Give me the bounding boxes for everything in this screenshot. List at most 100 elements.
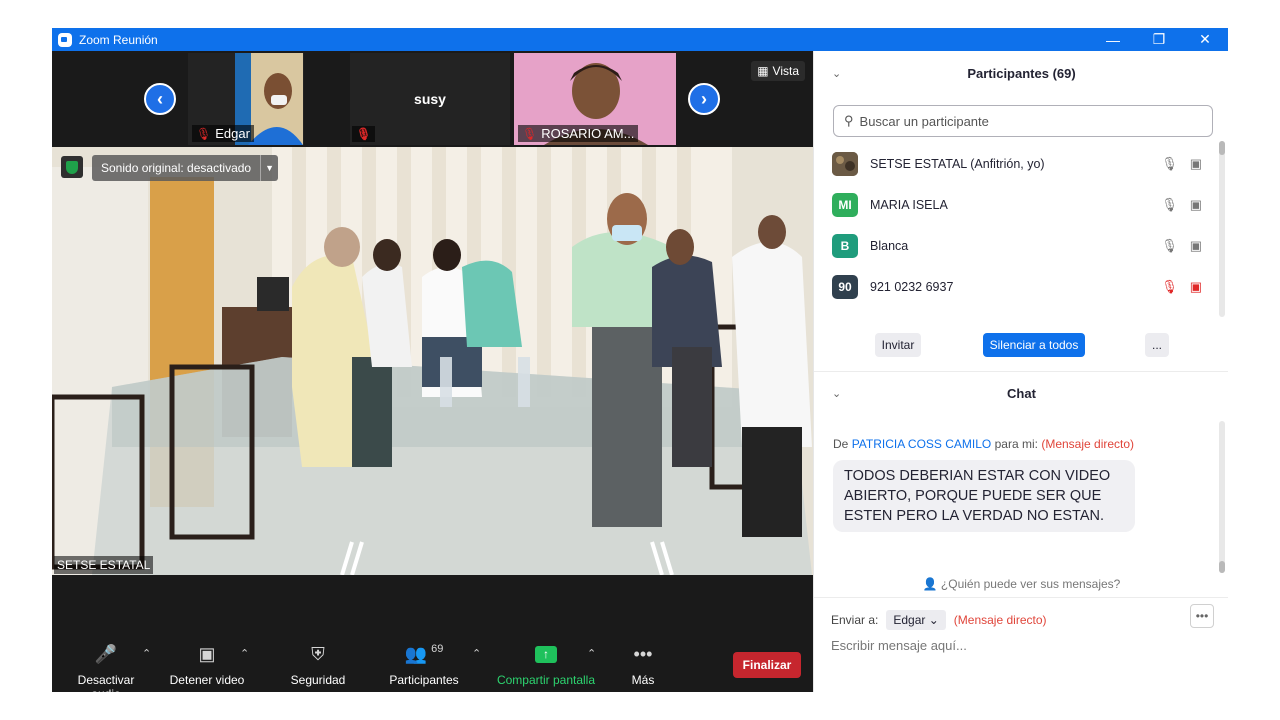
collapse-chevron-icon[interactable]: ⌄ — [832, 387, 841, 400]
mute-all-button[interactable]: Silenciar a todos — [983, 333, 1085, 357]
chevron-down-icon: ⌄ — [928, 613, 939, 627]
participant-status: 🎙 ▣ — [1161, 238, 1202, 254]
original-sound-label: Sonido original: desactivado — [101, 161, 252, 175]
participant-status: 🎙 ▣ — [1161, 156, 1202, 172]
meeting-room-video-image — [52, 147, 813, 575]
mute-audio-button[interactable]: 🎤 Desactivar audio — [62, 641, 150, 693]
chat-message-input[interactable]: Escribir mensaje aquí... — [831, 638, 967, 653]
window-controls: — ❐ ✕ — [1090, 28, 1228, 51]
tile-name-center: susy — [414, 91, 446, 107]
shield-icon: ⛨ — [311, 643, 325, 664]
share-screen-icon: ↑ — [495, 641, 597, 667]
microphone-icon[interactable]: 🎙 — [1161, 156, 1178, 172]
chat-scroll-thumb[interactable] — [1219, 561, 1225, 573]
invite-button[interactable]: Invitar — [875, 333, 921, 357]
who-can-see-label: ¿Quién puede ver sus mensajes? — [940, 577, 1121, 591]
original-sound-toggle[interactable]: Sonido original: desactivado ▼ — [92, 155, 279, 181]
microphone-icon: 🎤 — [94, 643, 118, 664]
audio-options-chevron-icon[interactable]: ⌃ — [142, 647, 151, 660]
share-options-chevron-icon[interactable]: ⌃ — [587, 647, 596, 660]
participant-name: Blanca — [870, 238, 909, 253]
video-tile-rosario[interactable]: 🎙 ROSARIO AM... — [514, 53, 676, 145]
panel-divider — [814, 371, 1228, 372]
participants-button[interactable]: 👥 69 Participantes — [388, 641, 460, 687]
zoom-window: Zoom Reunión — ❐ ✕ ‹ 🎙 Edgar susy 🎙 🎙 RO… — [52, 28, 1228, 692]
participants-more-button[interactable]: ... — [1145, 333, 1169, 357]
participants-header: ⌄ Participantes (69) — [814, 53, 1228, 93]
security-button[interactable]: ⛨ Seguridad — [286, 641, 350, 688]
mute-audio-label: Desactivar audio — [77, 673, 135, 692]
video-options-chevron-icon[interactable]: ⌃ — [240, 647, 249, 660]
participant-row[interactable]: MI MARIA ISELA 🎙 ▣ — [832, 184, 1212, 225]
tile-name-text: ROSARIO AM... — [541, 126, 635, 141]
chat-header: ⌄ Chat — [814, 373, 1228, 413]
stop-video-label: Detener video — [169, 673, 245, 687]
who-can-see-link[interactable]: 👤 ¿Quién puede ver sus mensajes? — [814, 577, 1228, 591]
chevron-down-icon[interactable]: ▼ — [260, 155, 278, 181]
video-camera-icon: ▣ — [198, 643, 216, 664]
microphone-icon[interactable]: 🎙 — [1161, 197, 1178, 213]
microphone-icon[interactable]: 🎙 — [1161, 238, 1178, 254]
security-shield-icon[interactable] — [61, 156, 83, 178]
stop-video-button[interactable]: ▣ Detener video — [167, 641, 247, 688]
participant-search-input[interactable]: ⚲ Buscar un participante — [833, 105, 1213, 137]
muted-mic-icon: 🎙 — [522, 126, 538, 141]
minimize-button[interactable]: — — [1090, 28, 1136, 51]
participants-label: Participantes — [389, 673, 459, 687]
video-off-icon[interactable]: ▣ — [1190, 279, 1202, 295]
participant-status: 🎙 ▣ — [1161, 197, 1202, 213]
meeting-area: ‹ 🎙 Edgar susy 🎙 🎙 ROSARIO AM... › ▦ Vis… — [52, 51, 813, 692]
to-me-label: para mi: — [994, 437, 1038, 451]
grid-view-icon: ▦ — [757, 64, 769, 78]
chat-divider — [814, 597, 1228, 598]
window-title: Zoom Reunión — [79, 32, 158, 47]
next-page-button[interactable]: › — [688, 83, 720, 115]
video-camera-icon[interactable]: ▣ — [1190, 156, 1202, 172]
participant-row[interactable]: 90 921 0232 6937 🎙 ▣ — [832, 266, 1212, 307]
chat-message-bubble: TODOS DEBERIAN ESTAR CON VIDEO ABIERTO, … — [833, 460, 1135, 532]
search-placeholder: Buscar un participante — [859, 113, 989, 129]
participant-row[interactable]: B Blanca 🎙 ▣ — [832, 225, 1212, 266]
security-label: Seguridad — [290, 673, 346, 687]
search-icon: ⚲ — [844, 113, 854, 128]
participants-list: SETSE ESTATAL (Anfitrión, yo) 🎙 ▣ MI MAR… — [832, 143, 1212, 315]
chat-more-button[interactable]: ••• — [1190, 604, 1214, 628]
video-tile-susy[interactable]: susy 🎙 — [350, 53, 510, 145]
from-prefix: De — [833, 437, 849, 451]
zoom-app-icon — [58, 32, 72, 47]
tile-muted-indicator: 🎙 — [352, 126, 376, 142]
participant-row[interactable] — [832, 307, 1212, 315]
video-camera-icon[interactable]: ▣ — [1190, 197, 1202, 213]
video-camera-icon[interactable]: ▣ — [1190, 238, 1202, 254]
muted-microphone-icon[interactable]: 🎙 — [1161, 279, 1178, 295]
share-screen-button[interactable]: ↑ Compartir pantalla — [495, 641, 597, 687]
muted-mic-icon: 🎙 — [196, 126, 212, 141]
participant-name: 921 0232 6937 — [870, 279, 954, 294]
active-speaker-video: Sonido original: desactivado ▼ SETSE EST… — [52, 147, 813, 575]
participant-status: 🎙 ▣ — [1161, 279, 1202, 295]
previous-page-button[interactable]: ‹ — [144, 83, 176, 115]
more-label: Más — [631, 673, 655, 687]
participants-options-chevron-icon[interactable]: ⌃ — [472, 647, 481, 660]
chat-sender[interactable]: PATRICIA COSS CAMILO — [852, 437, 992, 451]
participants-scroll-thumb[interactable] — [1219, 141, 1225, 155]
video-strip: ‹ 🎙 Edgar susy 🎙 🎙 ROSARIO AM... › ▦ Vis… — [52, 51, 813, 147]
view-button[interactable]: ▦ Vista — [751, 61, 805, 81]
send-direct-tag: (Mensaje directo) — [953, 613, 1047, 627]
side-panel: ⌄ Participantes (69) ⚲ Buscar un partici… — [813, 51, 1228, 692]
send-to-row: Enviar a: Edgar ⌄ (Mensaje directo) — [831, 610, 1047, 630]
restore-button[interactable]: ❐ — [1136, 28, 1182, 51]
close-button[interactable]: ✕ — [1182, 28, 1228, 51]
collapse-chevron-icon[interactable]: ⌄ — [832, 67, 841, 80]
chat-scrollbar[interactable] — [1219, 421, 1225, 573]
end-meeting-button[interactable]: Finalizar — [733, 652, 801, 678]
video-tile-edgar[interactable]: 🎙 Edgar — [188, 53, 304, 145]
recipient-select[interactable]: Edgar ⌄ — [886, 610, 946, 630]
tile-name-label: 🎙 Edgar — [192, 125, 254, 142]
title-bar: Zoom Reunión — ❐ ✕ — [52, 28, 1228, 51]
participant-name: SETSE ESTATAL (Anfitrión, yo) — [870, 156, 1045, 171]
avatar: 90 — [832, 274, 858, 299]
participants-scrollbar[interactable] — [1219, 141, 1225, 317]
participant-row[interactable]: SETSE ESTATAL (Anfitrión, yo) 🎙 ▣ — [832, 143, 1212, 184]
more-button[interactable]: ••• Más — [626, 641, 660, 688]
